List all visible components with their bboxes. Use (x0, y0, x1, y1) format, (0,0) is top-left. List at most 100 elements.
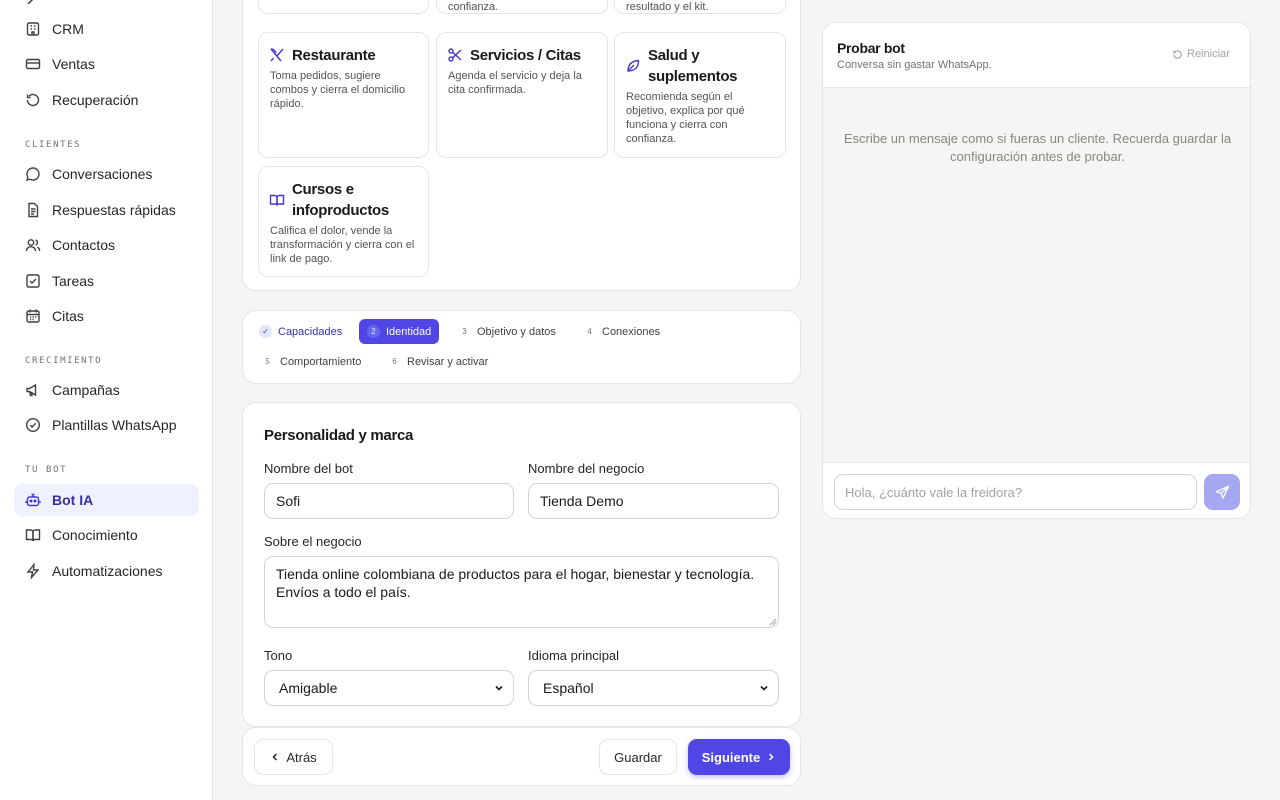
refresh-icon (25, 92, 41, 108)
sidebar-item-label: Campañas (52, 382, 120, 398)
template-title: Servicios / Citas (470, 47, 581, 64)
sidebar-item-label: Conversaciones (52, 166, 153, 182)
next-button[interactable]: Siguiente (688, 739, 790, 775)
sidebar-item-bot-ia[interactable]: Bot IA (14, 484, 199, 516)
language-select[interactable]: Español (528, 670, 779, 706)
calendar-icon (25, 308, 41, 324)
next-button-label: Siguiente (701, 749, 761, 765)
template-card-partial[interactable]: resultado y el kit. (614, 0, 786, 14)
section-label-clientes: CLIENTES (25, 140, 82, 150)
checkbox-icon (25, 273, 41, 289)
send-button[interactable] (1204, 474, 1240, 510)
template-card-servicios[interactable]: Servicios / Citas Agenda el servicio y d… (436, 32, 608, 158)
wizard-stepper: ✓ Capacidades 2 Identidad 3 Objetivo y d… (242, 310, 801, 384)
chevron-down-icon (495, 685, 503, 691)
tone-select[interactable]: Amigable (264, 670, 514, 706)
template-card-partial[interactable]: confianza. (436, 0, 608, 14)
sidebar-item-label: Automatizaciones (52, 563, 163, 579)
wizard-actions: Atrás Guardar Siguiente (242, 727, 801, 786)
business-name-label: Nombre del negocio (528, 461, 645, 476)
language-select-value: Español (543, 680, 594, 696)
building-icon (25, 21, 41, 37)
step-identidad[interactable]: 2 Identidad (359, 319, 440, 344)
megaphone-icon (25, 382, 41, 398)
sidebar-item-ventas[interactable]: Ventas (14, 48, 199, 80)
step-capacidades[interactable]: ✓ Capacidades (259, 319, 350, 344)
sidebar-item-label: Recuperación (52, 92, 139, 108)
reset-button-label: Reiniciar (1187, 48, 1230, 60)
tone-select-value: Amigable (279, 680, 338, 696)
test-bot-composer: Hola, ¿cuánto vale la freidora? (823, 462, 1250, 518)
back-button[interactable]: Atrás (254, 739, 333, 775)
back-button-label: Atrás (286, 749, 317, 765)
message-input[interactable]: Hola, ¿cuánto vale la freidora? (834, 474, 1197, 510)
sidebar-item-partial (25, 0, 41, 4)
identity-form-card: Personalidad y marca Nombre del bot Sofi… (242, 402, 801, 727)
template-desc: Toma pedidos, sugiere combos y cierra el… (270, 70, 406, 110)
step-number: 4 (587, 327, 592, 336)
reset-button[interactable]: Reiniciar (1172, 48, 1230, 60)
sidebar-item-tareas[interactable]: Tareas (14, 265, 199, 297)
chat-icon (25, 166, 41, 182)
sidebar-item-label: Tareas (52, 273, 95, 289)
bot-name-input[interactable]: Sofi (264, 483, 514, 519)
sidebar-item-recuperacion[interactable]: Recuperación (14, 84, 199, 116)
step-label: Identidad (386, 325, 432, 338)
test-bot-messages: Escribe un mensaje como si fueras un cli… (823, 88, 1250, 462)
about-business-textarea[interactable]: Tienda online colombiana de productos pa… (264, 556, 779, 628)
template-desc: Recomienda según el objetivo, explica po… (626, 91, 745, 145)
sidebar-item-citas[interactable]: Citas (14, 300, 199, 332)
test-bot-panel: Probar bot Conversa sin gastar WhatsApp.… (822, 22, 1251, 519)
empty-state-hint: Escribe un mensaje como si fueras un cli… (843, 131, 1232, 164)
sidebar-item-crm[interactable]: CRM (14, 13, 199, 45)
resize-handle-icon[interactable] (769, 618, 777, 626)
reset-icon (1173, 49, 1182, 59)
test-bot-header: Probar bot Conversa sin gastar WhatsApp.… (823, 23, 1250, 88)
sidebar-item-label: Respuestas rápidas (52, 202, 176, 218)
sidebar-item-conocimiento[interactable]: Conocimiento (14, 519, 199, 551)
save-button[interactable]: Guardar (599, 739, 677, 775)
document-icon (25, 202, 41, 218)
test-bot-title: Probar bot (837, 40, 905, 56)
templates-card: confianza. resultado y el kit. Restauran… (242, 0, 801, 291)
sidebar-item-plantillas-whatsapp[interactable]: Plantillas WhatsApp (14, 409, 199, 441)
robot-icon (25, 492, 41, 508)
step-comportamiento[interactable]: 5 Comportamiento (261, 349, 369, 374)
template-card-cursos[interactable]: Cursos e infoproductos Califica el dolor… (258, 166, 429, 277)
step-number: 3 (462, 327, 467, 336)
chevron-left-icon (272, 753, 278, 761)
template-desc: resultado y el kit. (626, 1, 709, 13)
step-revisar[interactable]: 6 Revisar y activar (388, 349, 496, 374)
book-open-icon (269, 192, 285, 208)
tone-label: Tono (264, 648, 293, 663)
sidebar-item-label: Plantillas WhatsApp (52, 417, 177, 433)
template-card-salud[interactable]: Salud y suplementos Recomienda según el … (614, 32, 786, 158)
sidebar-item-respuestas-rapidas[interactable]: Respuestas rápidas (14, 194, 199, 226)
sidebar-item-label: Contactos (52, 237, 116, 253)
step-label: Conexiones (602, 325, 661, 338)
sidebar-item-conversaciones[interactable]: Conversaciones (14, 158, 199, 190)
sidebar-item-contactos[interactable]: Contactos (14, 229, 199, 261)
section-label-tu-bot: TU BOT (25, 465, 68, 475)
sidebar-item-campanas[interactable]: Campañas (14, 374, 199, 406)
step-number: 6 (392, 357, 397, 366)
chevron-down-icon (760, 685, 768, 691)
sidebar-item-automatizaciones[interactable]: Automatizaciones (14, 555, 199, 587)
business-name-input[interactable]: Tienda Demo (528, 483, 779, 519)
section-label-crecimiento: CRECIMIENTO (25, 356, 103, 366)
check-circle-icon (25, 417, 41, 433)
template-title: Cursos e infoproductos (292, 181, 389, 219)
language-label: Idioma principal (528, 648, 620, 663)
sidebar-item-label: Citas (52, 308, 84, 324)
step-conexiones[interactable]: 4 Conexiones (583, 319, 668, 344)
step-objetivo[interactable]: 3 Objetivo y datos (458, 319, 564, 344)
template-card-restaurante[interactable]: Restaurante Toma pedidos, sugiere combos… (258, 32, 429, 158)
send-icon (1215, 485, 1229, 499)
step-label: Capacidades (278, 325, 343, 338)
template-desc: Califica el dolor, vende la transformaci… (270, 225, 415, 265)
about-business-label: Sobre el negocio (264, 534, 362, 549)
save-button-label: Guardar (614, 749, 662, 765)
template-card-partial[interactable] (258, 0, 429, 14)
sidebar: CRM Ventas Recuperación CLIENTES Convers… (0, 0, 213, 800)
step-label: Objetivo y datos (477, 325, 556, 338)
